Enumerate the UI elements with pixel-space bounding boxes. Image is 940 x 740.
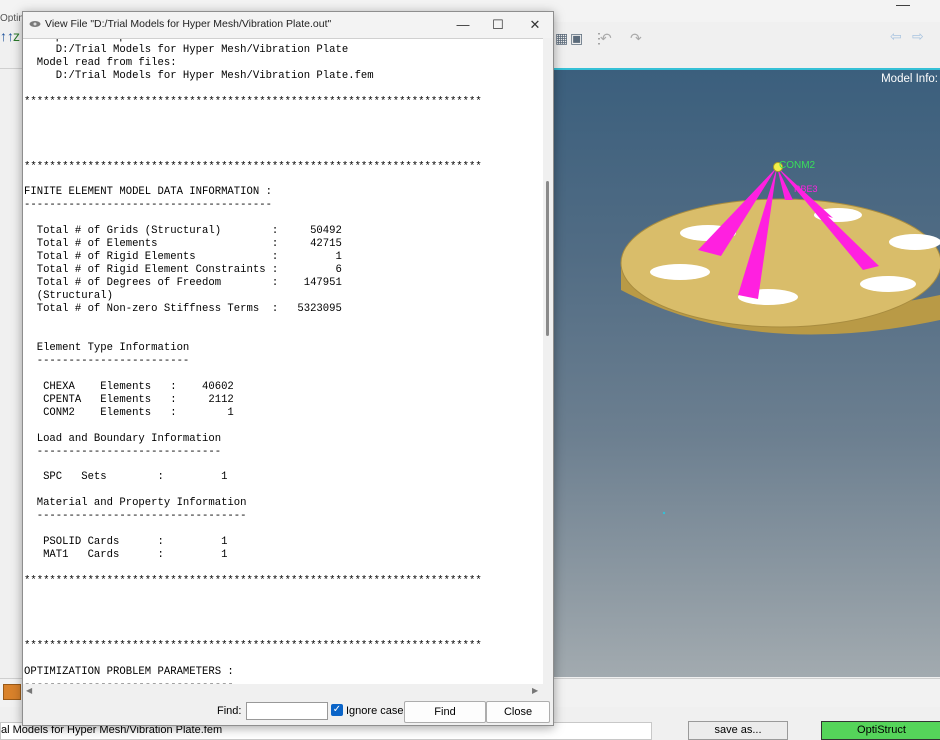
solver-badge[interactable]: OptiStruct	[821, 721, 940, 740]
plate-hole	[860, 276, 916, 292]
app-minimize-icon[interactable]: —	[896, 0, 910, 12]
plate-hole	[889, 234, 940, 250]
scroll-right-icon[interactable]: ▶	[532, 684, 538, 698]
plate-model: CONM2 RBE3	[620, 160, 940, 515]
rbe3-label: RBE3	[794, 184, 818, 194]
vertical-scrollbar[interactable]	[543, 38, 553, 684]
find-input[interactable]	[246, 702, 328, 720]
rbe3-spoke	[777, 167, 793, 200]
solver-tool-icon[interactable]	[3, 684, 21, 700]
toolbar-camera-icon[interactable]: ▣	[570, 30, 583, 47]
toolbar-view-icon[interactable]: ▦	[555, 30, 568, 47]
find-bar: Find: ✓ Ignore case Find Close	[23, 700, 553, 724]
back-arrow-icon[interactable]: ⇦	[890, 28, 902, 45]
toolbar-z-icon[interactable]: z	[13, 28, 20, 44]
graphics-viewport[interactable]: Model Info: CONM2 RBE3	[553, 68, 940, 680]
maximize-icon[interactable]: ☐	[483, 15, 513, 35]
horizontal-scrollbar[interactable]: ◀ ▶	[23, 684, 543, 698]
redo-icon[interactable]: ↷	[630, 30, 642, 47]
vertical-scroll-thumb[interactable]	[546, 181, 549, 336]
toolbar-arrows-icon[interactable]: ↑↑	[0, 28, 14, 44]
output-text: Output files prefix : D:/Trial Models fo…	[24, 39, 482, 685]
minimize-icon[interactable]: —	[448, 15, 478, 35]
find-button[interactable]: Find	[404, 701, 486, 723]
view-file-icon	[29, 21, 41, 27]
ignore-case-label[interactable]: Ignore case	[346, 705, 403, 717]
forward-arrow-icon[interactable]: ⇨	[912, 28, 924, 45]
save-as-button[interactable]: save as...	[688, 721, 788, 740]
plate-top	[620, 198, 940, 328]
close-icon[interactable]: ✕	[520, 15, 550, 35]
dialog-title: View File "D:/Trial Models for Hyper Mes…	[45, 18, 332, 30]
scroll-left-icon[interactable]: ◀	[26, 684, 32, 698]
dialog-titlebar[interactable]: View File "D:/Trial Models for Hyper Mes…	[23, 12, 553, 38]
undo-icon[interactable]: ↶	[600, 30, 612, 47]
view-file-dialog: View File "D:/Trial Models for Hyper Mes…	[22, 11, 554, 726]
conm2-label: CONM2	[779, 160, 816, 171]
plate-hole	[650, 264, 710, 280]
viewport-dot	[662, 511, 666, 515]
close-button[interactable]: Close	[486, 701, 550, 723]
output-text-area[interactable]: Output files prefix : D:/Trial Models fo…	[23, 38, 543, 685]
ignore-case-checkbox[interactable]: ✓	[331, 704, 343, 716]
find-label: Find:	[217, 705, 242, 717]
